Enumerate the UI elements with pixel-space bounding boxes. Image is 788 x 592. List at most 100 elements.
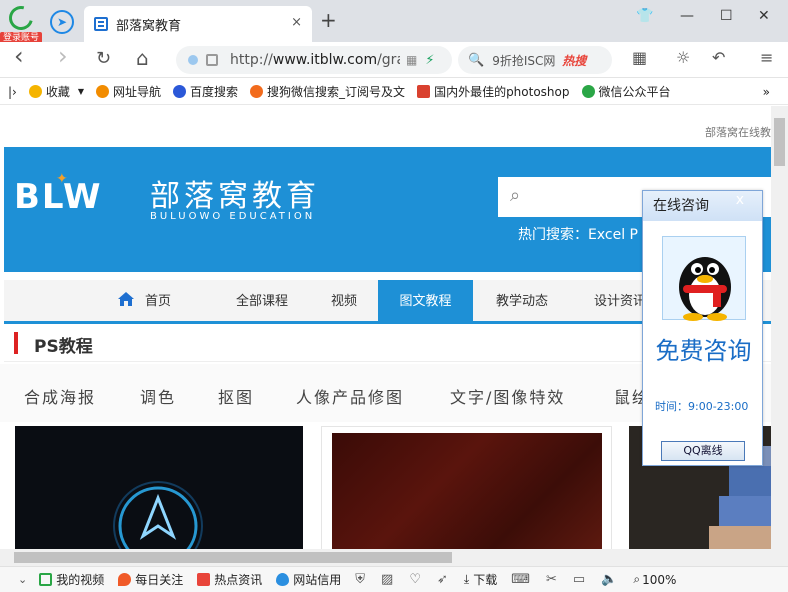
- fire-icon: [118, 573, 132, 586]
- horizontal-scrollbar[interactable]: [0, 549, 788, 566]
- address-bar[interactable]: http://www.itblw.com/gra ▦ ⚡: [176, 46, 452, 74]
- nav-site-icon: [96, 85, 110, 98]
- chevron-down-icon[interactable]: ▼: [78, 87, 84, 96]
- tab-title: 部落窝教育: [116, 18, 182, 34]
- category-poster[interactable]: 合成海报: [24, 384, 96, 408]
- new-tab-icon[interactable]: +: [320, 8, 337, 32]
- brand-name: 部落窝教育: [150, 179, 320, 214]
- heart-icon[interactable]: ♡: [409, 572, 421, 587]
- category-cutout[interactable]: 抠图: [218, 384, 254, 408]
- collapse-icon[interactable]: ⌄: [18, 573, 27, 586]
- volume-icon[interactable]: 🔈: [601, 572, 617, 587]
- qq-offline-button[interactable]: QQ离线: [661, 441, 745, 461]
- zoom-icon: ⌕: [633, 572, 641, 586]
- back-icon[interactable]: ‹: [14, 42, 24, 70]
- sidebar-toggle-icon[interactable]: |›: [8, 85, 17, 99]
- bookmark-favorites[interactable]: 收藏 ▼: [28, 83, 84, 100]
- online-consult-panel: 在线咨询 x 免费咨询 时间：9:00-23:00 QQ离线: [642, 190, 763, 466]
- status-daily[interactable]: 每日关注: [118, 571, 183, 588]
- blw-logo[interactable]: BLW ✦: [14, 171, 134, 217]
- bookmark-baidu[interactable]: 百度搜索: [173, 83, 238, 100]
- close-window-icon[interactable]: ✕: [758, 8, 770, 24]
- brightness-icon[interactable]: ☼: [676, 48, 690, 67]
- section-marker: [14, 332, 18, 354]
- search-input[interactable]: 9折抢ISC网: [492, 52, 558, 69]
- thumbnail-wood[interactable]: [321, 426, 612, 549]
- undo-icon[interactable]: ↶: [712, 48, 725, 67]
- tab-active[interactable]: 部落窝教育 ×: [84, 6, 312, 42]
- top-note: 部落窝在线教: [705, 126, 771, 139]
- site-favicon-icon: [94, 17, 108, 31]
- menu-home[interactable]: 首页: [84, 280, 204, 321]
- qq-penguin-icon[interactable]: [662, 236, 746, 321]
- menu-icon[interactable]: ≡: [760, 48, 773, 67]
- category-retouch[interactable]: 人像产品修图: [296, 384, 404, 408]
- menu-video[interactable]: 视频: [314, 280, 374, 321]
- bookmark-sogou[interactable]: 搜狗微信搜索_订阅号及文: [250, 83, 405, 100]
- rocket-icon[interactable]: ➶: [437, 572, 448, 587]
- bookmark-photoshop[interactable]: 国内外最佳的photoshop: [417, 83, 570, 100]
- menu-news[interactable]: 教学动态: [482, 280, 562, 321]
- consult-hours: 时间：9:00-23:00: [655, 400, 749, 413]
- minimize-icon[interactable]: —: [680, 8, 694, 24]
- bookmark-nav[interactable]: 网址导航: [96, 83, 161, 100]
- close-icon[interactable]: x: [736, 192, 744, 208]
- vertical-scrollbar[interactable]: [771, 106, 788, 549]
- news-icon: [197, 573, 211, 586]
- wood-texture-image: [332, 433, 602, 549]
- bookmark-bar: |› 收藏 ▼ 网址导航 百度搜索 搜狗微信搜索_订阅号及文 国内外最佳的phot…: [0, 79, 788, 105]
- site-status-icon: [188, 55, 198, 65]
- status-zoom[interactable]: ⌕ 100%: [633, 572, 676, 587]
- game-icon[interactable]: ⌨: [511, 572, 530, 587]
- menu-tutorials[interactable]: 图文教程: [378, 280, 473, 321]
- menu-all-courses[interactable]: 全部课程: [220, 280, 304, 321]
- brand-subtitle: BULUOWO EDUCATION: [150, 211, 316, 222]
- home-nav-icon[interactable]: ⌂: [136, 46, 149, 70]
- bookmark-wechat[interactable]: 微信公众平台: [581, 83, 671, 100]
- navigation-bar: ‹ › ↻ ⌂ http://www.itblw.com/gra ▦ ⚡ 🔍 9…: [0, 42, 788, 78]
- screenshot-icon[interactable]: ✂: [546, 572, 557, 587]
- consult-title: 在线咨询: [643, 191, 762, 221]
- photoshop-site-icon: [417, 85, 431, 98]
- star-spark-icon: ✦: [56, 171, 70, 187]
- more-bookmarks-icon[interactable]: »: [763, 85, 770, 99]
- url-text[interactable]: http://www.itblw.com/gra: [230, 52, 400, 68]
- shield-icon[interactable]: ⛨: [355, 572, 365, 587]
- search-box[interactable]: 🔍 9折抢ISC网 热搜: [458, 46, 612, 74]
- qr-code-icon[interactable]: ▦: [406, 53, 417, 67]
- hot-search-label[interactable]: 热搜: [562, 52, 586, 69]
- apps-grid-icon[interactable]: ▦: [632, 48, 647, 67]
- status-bar: ⌄ 我的视频 每日关注 热点资讯 网站信用 ⛨ ▨ ♡ ➶ ⤓ 下载 ⌨ ✂ ▭ …: [0, 566, 788, 592]
- send-icon[interactable]: ➤: [50, 10, 74, 34]
- penguin-icon: [679, 257, 731, 321]
- wechat-icon: [581, 85, 595, 98]
- free-consult-label[interactable]: 免费咨询: [643, 331, 764, 366]
- browser-logo[interactable]: 登录账号: [0, 1, 42, 45]
- status-hot-news[interactable]: 热点资讯: [197, 571, 262, 588]
- horizontal-scroll-thumb[interactable]: [14, 552, 452, 563]
- reload-icon[interactable]: ↻: [96, 48, 111, 69]
- status-site-credit[interactable]: 网站信用: [276, 571, 341, 588]
- star-icon: [28, 85, 42, 98]
- image-icon[interactable]: ▨: [381, 572, 393, 587]
- lock-icon[interactable]: [206, 54, 218, 66]
- tab-bar: 登录账号 ➤ 部落窝教育 × + 👕 — ☐ ✕: [0, 0, 788, 45]
- skin-icon[interactable]: 👕: [636, 8, 653, 24]
- thumbnail-neon[interactable]: [15, 426, 303, 549]
- status-download[interactable]: ⤓ 下载: [464, 571, 497, 588]
- neon-arrow-icon: [113, 481, 203, 549]
- category-effects[interactable]: 文字/图像特效: [450, 384, 565, 408]
- download-icon: ⤓: [463, 572, 470, 586]
- speed-mode-icon[interactable]: ⚡: [425, 53, 434, 68]
- section-title: PS教程: [34, 337, 93, 357]
- status-my-video[interactable]: 我的视频: [39, 571, 104, 588]
- search-icon: ⌕: [510, 185, 521, 206]
- vertical-scroll-thumb[interactable]: [774, 118, 785, 166]
- home-icon: [117, 292, 134, 306]
- window-icon[interactable]: ▭: [573, 572, 585, 587]
- baidu-icon: [173, 85, 187, 98]
- category-color[interactable]: 调色: [140, 384, 176, 408]
- tab-close-icon[interactable]: ×: [291, 15, 302, 30]
- maximize-icon[interactable]: ☐: [720, 8, 733, 24]
- forward-icon[interactable]: ›: [58, 42, 68, 70]
